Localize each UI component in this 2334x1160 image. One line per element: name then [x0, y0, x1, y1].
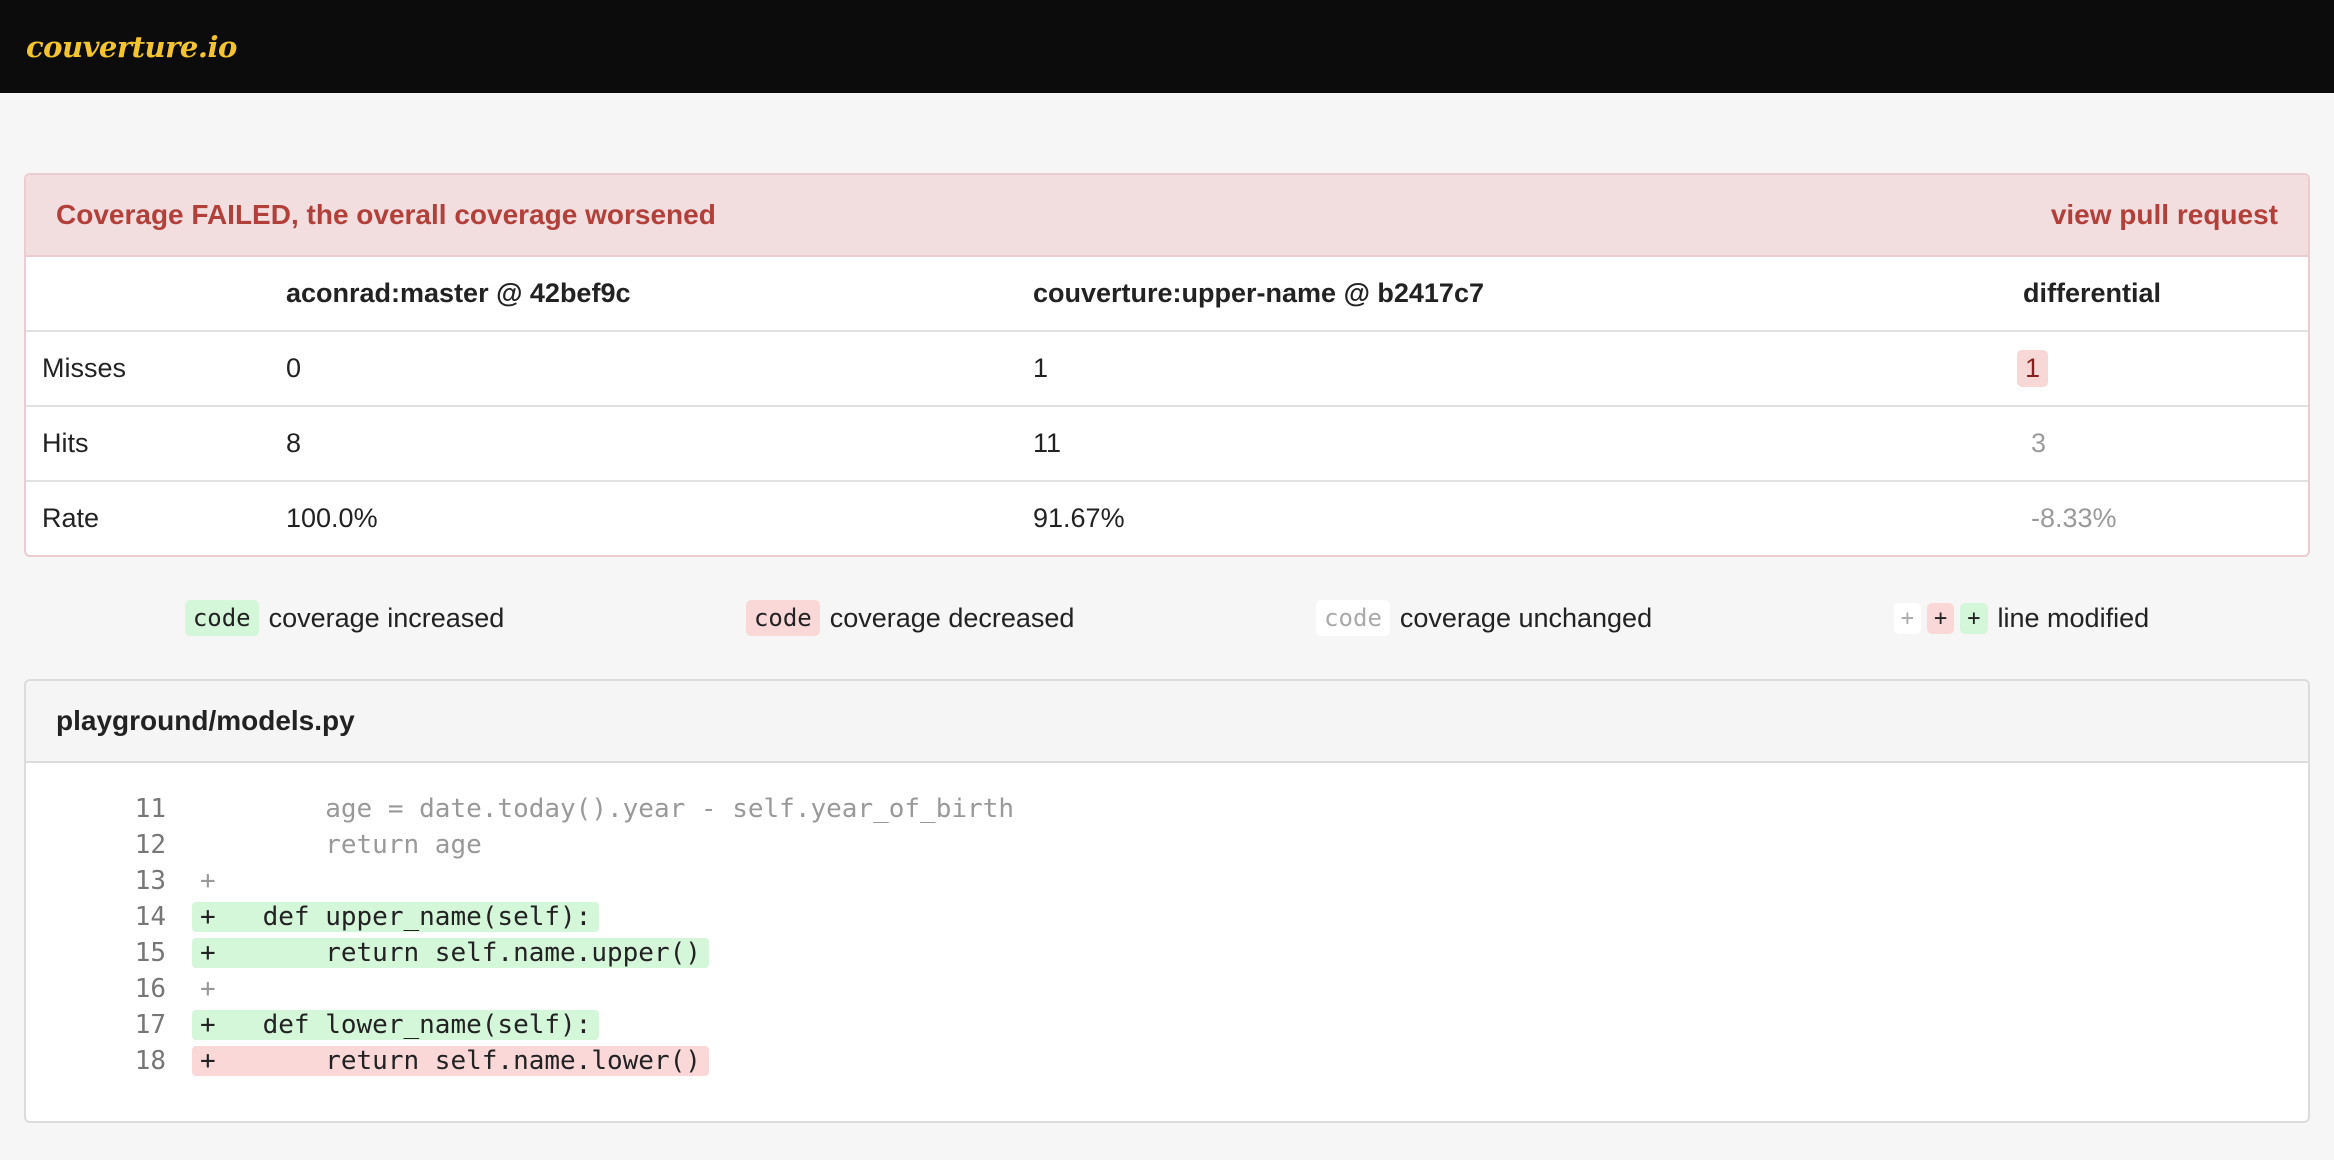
line-number: 13: [134, 866, 166, 896]
code-listing: 11 age = date.today().year - self.year_o…: [26, 763, 2308, 1121]
base-value: 8: [270, 405, 1017, 481]
legend-chip-plain: code: [1316, 600, 1390, 636]
main-content: Coverage FAILED, the overall coverage wo…: [0, 93, 2334, 1123]
line-number: 11: [134, 794, 166, 824]
file-diff-panel: playground/models.py 11 age = date.today…: [24, 679, 2310, 1123]
status-message: Coverage FAILED, the overall coverage wo…: [56, 199, 716, 230]
base-value: 100.0%: [270, 480, 1017, 555]
row-label: Rate: [26, 480, 270, 555]
view-pull-request-link[interactable]: view pull request: [2051, 199, 2278, 231]
legend-label: coverage decreased: [829, 602, 1075, 633]
code-line: 15 + return self.name.upper(): [26, 935, 2308, 971]
legend-chip-green: code: [184, 600, 259, 636]
head-value: 11: [1017, 405, 2007, 481]
legend-plus-red: +: [1927, 602, 1955, 634]
legend-modified: + + + line modified: [1893, 602, 2150, 634]
diff-value: 3: [2031, 428, 2047, 458]
table-row-misses: Misses 0 1 1: [26, 330, 2308, 406]
legend-plus-green: +: [1960, 602, 1988, 634]
diff-cell: -8.33%: [2007, 480, 2308, 555]
navbar: couverture.io: [0, 0, 2334, 93]
line-source: +: [200, 866, 216, 896]
line-source: return age: [200, 830, 482, 860]
line-number: 17: [134, 1010, 166, 1040]
line-source: + return self.name.lower(): [192, 1046, 709, 1076]
brand-logo[interactable]: couverture.io: [26, 30, 237, 64]
code-line: 17 + def lower_name(self):: [26, 1007, 2308, 1043]
line-number: 18: [134, 1046, 166, 1076]
legend-increased: code coverage increased: [184, 600, 505, 636]
head-value: 91.67%: [1017, 480, 2007, 555]
line-source: + def lower_name(self):: [192, 1010, 600, 1040]
diff-cell: 1: [2007, 330, 2308, 406]
header-empty: [26, 257, 270, 331]
line-number: 15: [134, 938, 166, 968]
legend-plus-plain: +: [1893, 602, 1922, 634]
legend-decreased: code coverage decreased: [745, 600, 1075, 636]
code-line: 18 + return self.name.lower(): [26, 1043, 2308, 1079]
code-line: 13 +: [26, 863, 2308, 899]
legend: code coverage increased code coverage de…: [24, 557, 2310, 679]
header-differential: differential: [2023, 278, 2162, 308]
legend-label: line modified: [1997, 602, 2150, 633]
legend-label: coverage unchanged: [1399, 602, 1653, 633]
code-line: 14 + def upper_name(self):: [26, 899, 2308, 935]
line-source: age = date.today().year - self.year_of_b…: [200, 794, 1014, 824]
diff-cell: 3: [2007, 405, 2308, 481]
line-source: +: [200, 974, 216, 1004]
line-source: + return self.name.upper(): [192, 938, 709, 968]
code-line: 12 return age: [26, 827, 2308, 863]
base-value: 0: [270, 330, 1017, 406]
line-number: 16: [134, 974, 166, 1004]
diff-value: -8.33%: [2031, 503, 2117, 533]
table-row-rate: Rate 100.0% 91.67% -8.33%: [26, 480, 2308, 555]
legend-label: coverage increased: [268, 602, 505, 633]
coverage-status-panel: Coverage FAILED, the overall coverage wo…: [24, 173, 2310, 557]
line-number: 14: [134, 902, 166, 932]
table-header-row: aconrad:master @ 42bef9c couverture:uppe…: [26, 257, 2308, 331]
legend-plus-group: + + +: [1893, 602, 1988, 634]
diff-badge: 1: [2017, 350, 2049, 387]
legend-chip-red: code: [745, 600, 820, 636]
code-line: 11 age = date.today().year - self.year_o…: [26, 791, 2308, 827]
line-source: + def upper_name(self):: [192, 902, 600, 932]
legend-unchanged: code coverage unchanged: [1316, 600, 1652, 636]
header-head-branch: couverture:upper-name @ b2417c7: [1033, 278, 1484, 308]
head-value: 1: [1017, 330, 2007, 406]
table-row-hits: Hits 8 11 3: [26, 405, 2308, 481]
row-label: Hits: [26, 405, 270, 481]
line-number: 12: [134, 830, 166, 860]
coverage-summary-table: aconrad:master @ 42bef9c couverture:uppe…: [26, 257, 2308, 555]
header-base-branch: aconrad:master @ 42bef9c: [286, 278, 631, 308]
code-line: 16 +: [26, 971, 2308, 1007]
row-label: Misses: [26, 330, 270, 406]
file-name: playground/models.py: [26, 681, 2308, 763]
status-heading: Coverage FAILED, the overall coverage wo…: [26, 175, 2308, 257]
